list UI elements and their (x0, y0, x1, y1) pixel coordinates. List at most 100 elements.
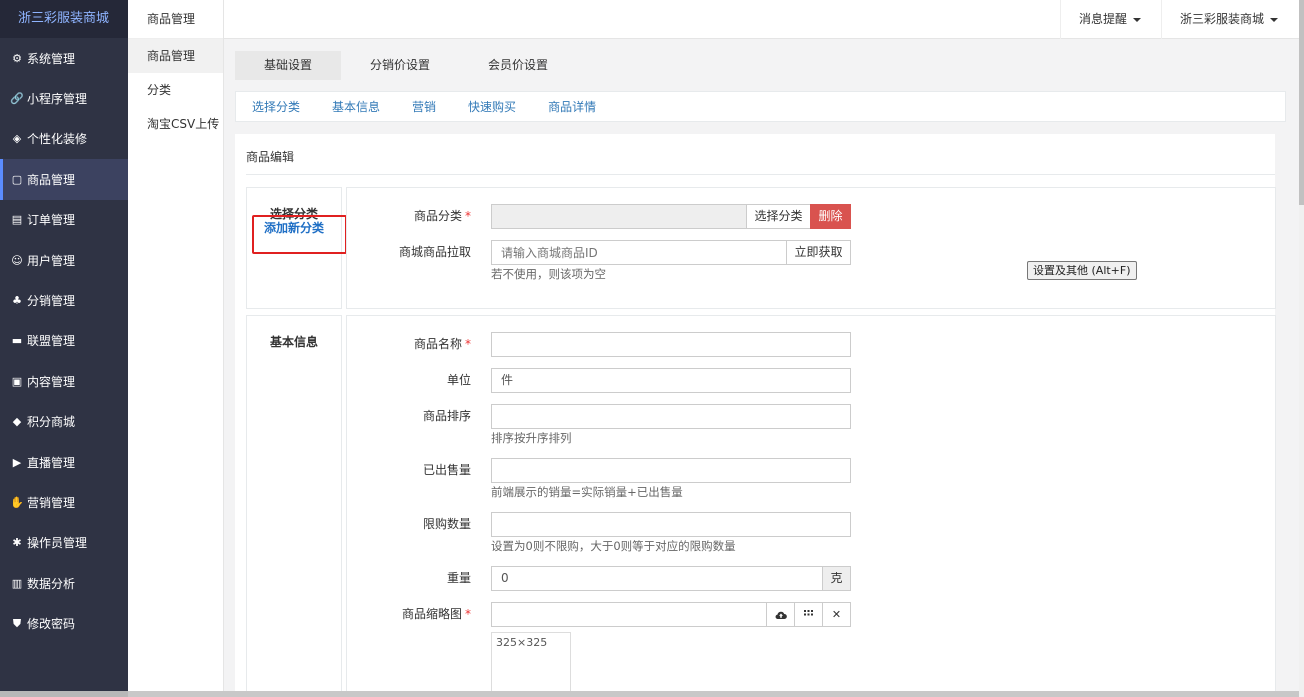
purchase-limit-label: 限购数量 (422, 517, 471, 531)
pull-goods-label: 商城商品拉取 (398, 245, 471, 259)
sidebar-item-label: 分销管理 (27, 294, 76, 309)
sidebar-item-13[interactable]: ▥ 数据分析 (0, 563, 128, 603)
sidebar-item-label: 订单管理 (27, 213, 76, 228)
sidebar-item-14[interactable]: ⛊ 修改密码 (0, 603, 128, 643)
sort-help: 排序按升序排列 (491, 431, 572, 445)
cloud-upload-icon (775, 611, 787, 619)
shop-dropdown[interactable]: 浙三彩服装商城 (1161, 0, 1296, 39)
sidebar-item-label: 数据分析 (27, 576, 76, 591)
upload-cloud-button[interactable] (766, 602, 795, 627)
section-label-basic: 基本信息 (246, 315, 342, 697)
category-input[interactable] (491, 204, 747, 229)
tab-distribution-price[interactable]: 分销价设置 (341, 51, 459, 80)
sidebar-item-label: 小程序管理 (27, 92, 88, 107)
thumbnail-input[interactable] (491, 602, 767, 627)
sidebar-item-9[interactable]: ◆ 积分商城 (0, 402, 128, 442)
chevron-down-icon (1270, 17, 1279, 22)
anchor-select-category[interactable]: 选择分类 (252, 98, 300, 115)
sub-item-goods[interactable]: 商品管理 (128, 39, 223, 73)
sold-count-label: 已出售量 (422, 463, 471, 477)
anchor-goods-detail[interactable]: 商品详情 (548, 98, 596, 115)
sidebar-item-7[interactable]: ▬ 联盟管理 (0, 321, 128, 361)
sidebar-item-0[interactable]: ⚙ 系统管理 (0, 38, 128, 78)
sidebar-item-6[interactable]: ♣ 分销管理 (0, 280, 128, 320)
horizontal-scrollbar[interactable] (128, 691, 1299, 697)
sidebar-item-label: 营销管理 (27, 495, 76, 510)
weight-label: 重量 (446, 571, 471, 585)
thumbnail-preview[interactable]: 325×325 (491, 632, 571, 697)
scroll-thumb[interactable] (1299, 0, 1304, 205)
sidebar-item-label: 积分商城 (27, 415, 76, 430)
sidebar-item-label: 用户管理 (27, 253, 76, 268)
sold-count-input[interactable] (491, 458, 851, 483)
fetch-now-button[interactable]: 立即获取 (786, 240, 851, 265)
store-icon: ▬ (11, 334, 23, 348)
messages-dropdown[interactable]: 消息提醒 (1060, 0, 1159, 39)
sitemap-icon: ♣ (12, 294, 22, 308)
settings-tooltip: 设置及其他 (Alt+F) (1027, 261, 1137, 280)
thumbnail-label: 商品缩略图 * (401, 607, 471, 621)
divider (246, 174, 1275, 175)
anchor-marketing[interactable]: 营销 (412, 98, 436, 115)
vertical-scrollbar[interactable] (1299, 0, 1304, 697)
sidebar-item-11[interactable]: ✋ 营销管理 (0, 482, 128, 522)
marketing-icon: ✋ (10, 495, 24, 509)
sidebar-item-1[interactable]: 🔗 小程序管理 (0, 78, 128, 118)
unit-input[interactable]: 件 (491, 368, 851, 393)
grid-icon (804, 610, 813, 616)
anchor-quick-buy[interactable]: 快速购买 (468, 98, 516, 115)
play-icon: ▶ (12, 455, 22, 469)
section-anchor-bar: 选择分类 基本信息 营销 快速购买 商品详情 (235, 91, 1286, 122)
goods-edit-panel: 商品编辑 选择分类 添加新分类 商品分类* 选择分类 删除 商城商品拉取 立即获… (235, 134, 1276, 697)
sidebar-item-label: 直播管理 (27, 455, 76, 470)
sidebar-item-label: 个性化装修 (27, 132, 88, 147)
settings-tabs: 基础设置 分销价设置 会员价设置 (235, 51, 577, 80)
clear-thumbnail-button[interactable]: ✕ (822, 602, 851, 627)
user-icon: ☺ (11, 253, 23, 267)
select-category-button[interactable]: 选择分类 (746, 204, 811, 229)
delete-category-button[interactable]: 删除 (810, 204, 851, 229)
sidebar-item-10[interactable]: ▶ 直播管理 (0, 442, 128, 482)
tab-member-price[interactable]: 会员价设置 (459, 51, 577, 80)
sidebar-item-2[interactable]: ◈ 个性化装修 (0, 119, 128, 159)
sort-input[interactable] (491, 404, 851, 429)
pull-goods-help: 若不使用，则该项为空 (491, 267, 606, 281)
sidebar-item-5[interactable]: ☺ 用户管理 (0, 240, 128, 280)
pull-goods-input[interactable] (491, 240, 787, 265)
image-library-button[interactable] (794, 602, 823, 627)
cog-icon: ✱ (12, 536, 22, 550)
goods-name-input[interactable] (491, 332, 851, 357)
bag-icon: ▢ (11, 172, 23, 186)
weight-input[interactable]: 0 (491, 566, 823, 591)
gear-icon: ⚙ (12, 51, 22, 65)
sub-item-category[interactable]: 分类 (128, 73, 223, 107)
purchase-limit-input[interactable] (491, 512, 851, 537)
layers-icon: ◈ (12, 132, 22, 146)
link-icon: 🔗 (10, 92, 24, 106)
goods-name-label: 商品名称 * (413, 337, 471, 351)
sidebar-item-4[interactable]: ▤ 订单管理 (0, 200, 128, 240)
sub-item-taobao-csv[interactable]: 淘宝CSV上传 (128, 107, 223, 141)
tab-basic-settings[interactable]: 基础设置 (235, 51, 342, 80)
sidebar-nav: ⚙ 系统管理 🔗 小程序管理 ◈ 个性化装修 ▢ 商品管理 ▤ 订单管理 ☺ 用户管理 ♣ 分销管理 ▬ 联盟… (0, 38, 128, 644)
sidebar-item-label: 操作员管理 (27, 536, 88, 551)
sidebar-item-label: 系统管理 (27, 51, 76, 66)
calendar-icon: ▤ (11, 213, 23, 227)
top-bar: 消息提醒 浙三彩服装商城 (224, 0, 1299, 39)
thumbnail-size-hint: 325×325 (496, 636, 548, 649)
main-content: 基础设置 分销价设置 会员价设置 选择分类 基本信息 营销 快速购买 商品详情 … (224, 39, 1299, 697)
content-icon: ▣ (11, 374, 23, 388)
highlight-box (252, 215, 347, 254)
sort-label: 商品排序 (422, 409, 471, 423)
bar-chart-icon: ▥ (11, 576, 23, 590)
category-label: 商品分类 * (413, 209, 471, 223)
sidebar-item-8[interactable]: ▣ 内容管理 (0, 361, 128, 401)
sub-sidebar-title: 商品管理 (128, 0, 223, 39)
brand-logo[interactable]: 浙三彩服装商城 (0, 0, 128, 38)
sidebar-item-12[interactable]: ✱ 操作员管理 (0, 523, 128, 563)
sidebar-item-3[interactable]: ▢ 商品管理 (0, 159, 128, 200)
sub-sidebar: 商品管理 商品管理 分类 淘宝CSV上传 (128, 0, 224, 697)
section-body-basic: 商品名称 * 单位 件 商品排序 排序按升序排列 已出售量 前端展示的销量=实际销… (346, 315, 1276, 697)
anchor-basic-info[interactable]: 基本信息 (332, 98, 380, 115)
shop-label: 浙三彩服装商城 (1180, 12, 1265, 26)
